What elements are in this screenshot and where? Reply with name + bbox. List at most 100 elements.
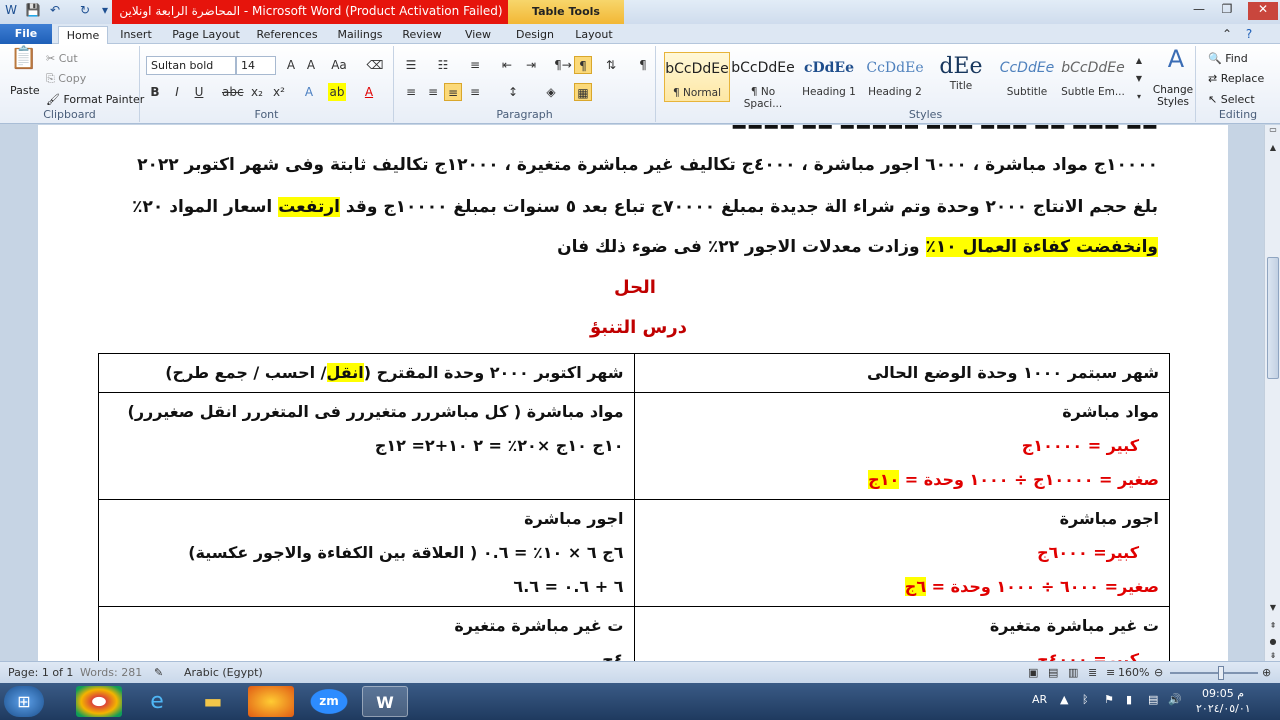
ltr-direction-icon[interactable]: ¶→ <box>554 56 572 74</box>
clear-formatting-icon[interactable]: ⌫ <box>366 56 384 74</box>
styles-scroll-down-icon[interactable]: ▼ <box>1130 70 1148 88</box>
style-no-spacing[interactable]: bCcDdEe ¶ No Spaci... <box>730 52 796 110</box>
word-taskbar-icon[interactable]: W <box>362 686 408 717</box>
tab-layout[interactable]: Layout <box>570 26 618 44</box>
table-cell-r2-left[interactable]: اجور مباشرة ٦ج ٦ × ١٠٪ = ٠.٦ ( العلاقة ب… <box>98 499 635 607</box>
internet-explorer-taskbar-icon[interactable]: e <box>134 686 180 717</box>
align-center-icon[interactable]: ≡ <box>424 83 442 101</box>
style-heading-1[interactable]: cDdEe Heading 1 <box>796 52 862 102</box>
underline-icon[interactable]: U <box>190 83 208 101</box>
tab-view[interactable]: View <box>456 26 500 44</box>
zoom-level[interactable]: 160% <box>1118 666 1149 679</box>
minimize-button[interactable]: — <box>1186 2 1212 20</box>
show-formatting-icon[interactable]: ¶ <box>634 56 652 74</box>
table-cell-r2-right[interactable]: اجور مباشرة كبير= ٦٠٠٠ج صغير= ٦٠٠٠ ÷ ١٠٠… <box>633 499 1170 607</box>
replace-button[interactable]: ⇄ Replace <box>1208 72 1264 85</box>
align-right-icon[interactable]: ≡ <box>444 83 462 101</box>
chrome-taskbar-icon[interactable] <box>76 686 122 717</box>
clock-time[interactable]: 09:05 م <box>1202 687 1244 700</box>
multilevel-list-icon[interactable]: ≡ <box>466 56 484 74</box>
style-subtle-emphasis[interactable]: bCcDdEe Subtle Em... <box>1060 52 1126 102</box>
select-button[interactable]: ↖ Select <box>1208 93 1255 106</box>
save-icon[interactable]: 💾 <box>24 3 42 21</box>
paste-button[interactable]: Paste <box>10 84 40 97</box>
clock-date[interactable]: ٢٠٢٤/٠٥/٠١ <box>1196 702 1251 715</box>
rtl-direction-icon[interactable]: ¶ <box>574 56 592 74</box>
align-left-icon[interactable]: ≡ <box>402 83 420 101</box>
grow-font-icon[interactable]: A <box>282 56 300 74</box>
change-styles-icon[interactable]: A <box>1162 47 1190 80</box>
web-layout-icon[interactable]: ▥ <box>1068 666 1078 679</box>
ruler-toggle-icon[interactable]: ▭ <box>1265 125 1280 141</box>
change-case-icon[interactable]: Aa <box>330 56 348 74</box>
styles-more-icon[interactable]: ▾ <box>1130 88 1148 106</box>
increase-indent-icon[interactable]: ⇥ <box>522 56 540 74</box>
zoom-in-icon[interactable]: ⊕ <box>1262 666 1271 679</box>
table-cell-r3-right[interactable]: ت غير مباشرة متغيرة كبير= ٤٠٠٠ج <box>633 606 1170 661</box>
cut-button[interactable]: ✂ Cut <box>46 52 78 65</box>
scrollbar-thumb[interactable] <box>1267 257 1279 379</box>
minimize-ribbon-icon[interactable]: ⌃ <box>1218 25 1236 43</box>
language-indicator[interactable]: Arabic (Egypt) <box>184 666 263 679</box>
font-name-combo[interactable]: Sultan bold <box>146 56 236 75</box>
bluetooth-icon[interactable]: ᛒ <box>1082 693 1089 706</box>
zoom-out-icon[interactable]: ⊖ <box>1154 666 1163 679</box>
shading-icon[interactable]: ◈ <box>542 83 560 101</box>
table-cell-r3-left[interactable]: ت غير مباشرة متغيرة ٤ج <box>98 606 635 661</box>
justify-icon[interactable]: ≡ <box>466 83 484 101</box>
find-button[interactable]: 🔍 Find <box>1208 52 1248 65</box>
line-spacing-icon[interactable]: ↕ <box>504 83 522 101</box>
style-subtitle[interactable]: CcDdEe Subtitle <box>994 52 1060 102</box>
bullets-icon[interactable]: ☰ <box>402 56 420 74</box>
styles-scroll-up-icon[interactable]: ▲ <box>1130 52 1148 70</box>
tab-insert[interactable]: Insert <box>114 26 158 44</box>
tab-file[interactable]: File <box>0 24 52 44</box>
print-layout-icon[interactable]: ▣ <box>1028 666 1038 679</box>
table-cell-r1-left[interactable]: مواد مباشرة ( كل مباشررر متغيررر فى المت… <box>98 392 635 500</box>
shrink-font-icon[interactable]: A <box>302 56 320 74</box>
italic-icon[interactable]: I <box>168 83 186 101</box>
paste-icon[interactable]: 📋 <box>10 48 37 80</box>
font-size-combo[interactable]: 14 <box>236 56 276 75</box>
decrease-indent-icon[interactable]: ⇤ <box>498 56 516 74</box>
start-button[interactable]: ⊞ <box>4 686 44 717</box>
firefox-taskbar-icon[interactable] <box>248 686 294 717</box>
zoom-app-taskbar-icon[interactable]: zm <box>306 686 352 717</box>
style-title[interactable]: dEe Title <box>928 52 994 102</box>
proofing-icon[interactable]: ✎ <box>154 666 163 679</box>
subscript-icon[interactable]: x₂ <box>248 83 266 101</box>
zoom-slider-track[interactable] <box>1170 672 1258 674</box>
style-normal[interactable]: bCcDdEe ¶ Normal <box>664 52 730 102</box>
bold-icon[interactable]: B <box>146 83 164 101</box>
redo-icon[interactable]: ↻ <box>76 3 94 21</box>
font-color-icon[interactable]: A <box>360 83 378 101</box>
action-center-icon[interactable]: ⚑ <box>1104 693 1114 706</box>
highlight-color-icon[interactable]: ab <box>328 83 346 101</box>
text-effects-icon[interactable]: A <box>300 83 318 101</box>
vertical-scrollbar[interactable]: ▭ ▲ ▼ ⇞ ● ⇟ <box>1264 125 1280 661</box>
strikethrough-icon[interactable]: abc <box>222 83 244 101</box>
tab-home[interactable]: Home <box>58 26 108 45</box>
full-screen-reading-icon[interactable]: ▤ <box>1048 666 1058 679</box>
table-cell-r1-right[interactable]: مواد مباشرة كبير = ١٠٠٠٠ج صغير = ١٠٠٠٠ج … <box>633 392 1170 500</box>
undo-icon[interactable]: ↶ <box>46 3 64 21</box>
superscript-icon[interactable]: x² <box>270 83 288 101</box>
style-heading-2[interactable]: CcDdEe Heading 2 <box>862 52 928 102</box>
file-explorer-taskbar-icon[interactable]: ▬ <box>190 686 236 717</box>
help-icon[interactable]: ? <box>1240 25 1258 43</box>
scroll-down-icon[interactable]: ▼ <box>1265 603 1280 619</box>
sort-icon[interactable]: ⇅ <box>602 56 620 74</box>
word-count[interactable]: Words: 281 <box>80 666 142 679</box>
page-count[interactable]: Page: 1 of 1 <box>8 666 73 679</box>
change-styles-button[interactable]: Change Styles <box>1150 84 1196 108</box>
table-header-right[interactable]: شهر سبتمر ١٠٠٠ وحدة الوضع الحالى <box>633 353 1170 393</box>
scroll-up-icon[interactable]: ▲ <box>1265 143 1280 159</box>
tab-design[interactable]: Design <box>510 26 560 44</box>
input-language[interactable]: AR <box>1032 693 1047 706</box>
tab-references[interactable]: References <box>252 26 322 44</box>
document-page[interactable]: ▬▬ ▬▬▬ ▬▬ ▬▬▬ ▬▬▬ ▬▬▬▬▬ ▬▬ ▬▬▬▬ ١٠٠٠٠ج م… <box>38 125 1228 661</box>
zoom-slider-thumb[interactable] <box>1218 666 1224 680</box>
copy-button[interactable]: ⎘ Copy <box>46 72 86 86</box>
borders-icon[interactable]: ▦ <box>574 83 592 101</box>
tab-review[interactable]: Review <box>398 26 446 44</box>
